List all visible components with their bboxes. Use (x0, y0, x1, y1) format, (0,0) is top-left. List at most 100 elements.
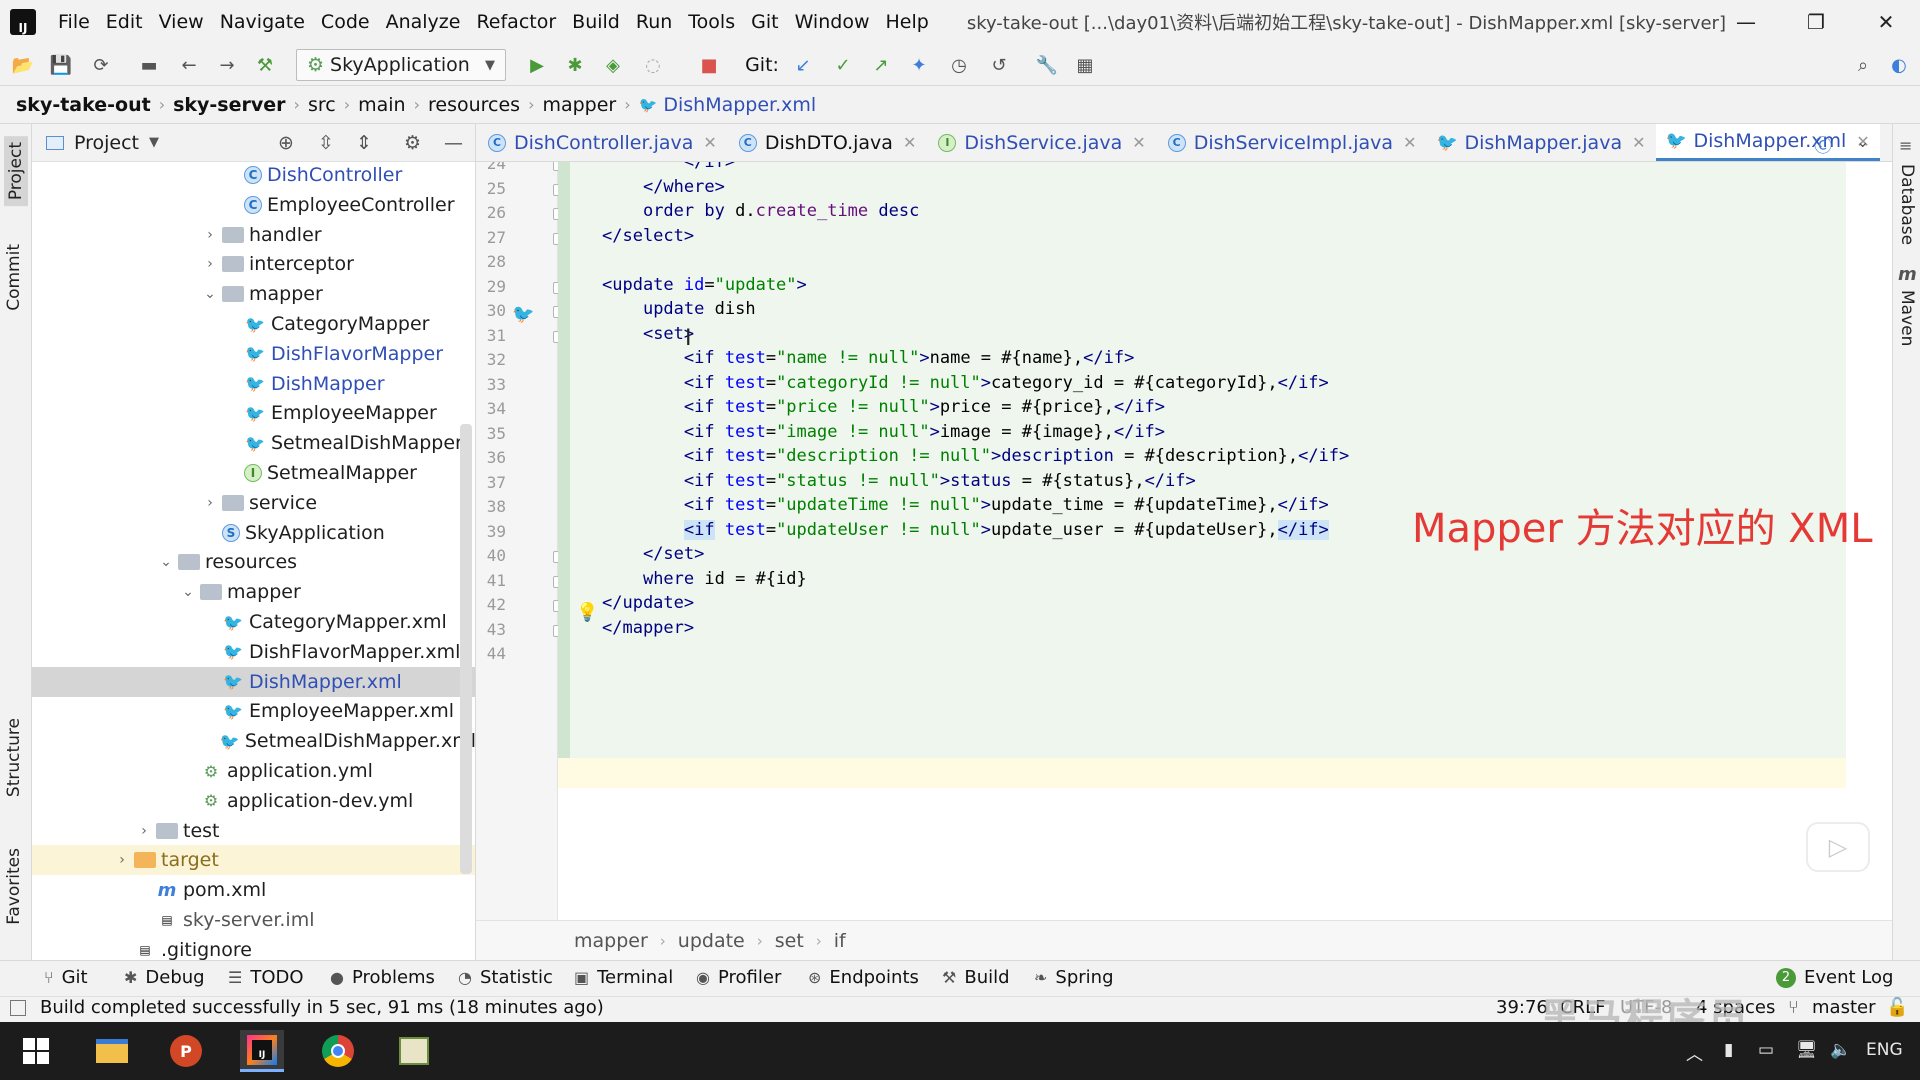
breadcrumb-item[interactable]: sky-take-out (16, 94, 151, 116)
breadcrumb-item[interactable]: mapper (542, 94, 616, 116)
tree-item[interactable]: 🐦 DishFlavorMapper (32, 339, 475, 369)
commit-tool-tab[interactable]: Commit (4, 244, 24, 311)
history-icon[interactable]: ◷ (946, 52, 972, 78)
editor-tab[interactable]: C DishController.java ✕ (476, 124, 727, 161)
tray-chevron-up-icon[interactable]: ︿ (1686, 1040, 1703, 1065)
code-line[interactable]: <set> (602, 324, 694, 344)
code-line[interactable]: <if test="categoryId != null">category_i… (602, 373, 1329, 393)
code-line[interactable]: <update id="update"> (602, 275, 807, 295)
code-line[interactable]: where id = #{id} (602, 569, 807, 589)
more-tabs-icon[interactable]: Ⓒ (1814, 132, 1832, 158)
status-panel-icon[interactable] (10, 1000, 26, 1016)
menu-tools[interactable]: Tools (688, 11, 735, 33)
tree-item[interactable]: ⚙ application.yml (32, 756, 475, 786)
editor-tab[interactable]: 🐦 DishMapper.java ✕ (1426, 124, 1655, 161)
chevron-down-icon[interactable]: ⌄ (180, 584, 196, 600)
gear-icon[interactable]: ⚙ (404, 132, 421, 154)
project-tool-tab[interactable]: Project (4, 136, 28, 207)
menu-run[interactable]: Run (636, 11, 672, 33)
tool-window-spring[interactable]: ❧ Spring (1034, 967, 1114, 988)
run-configuration-select[interactable]: ⚙ SkyApplication ▼ (296, 49, 506, 81)
breadcrumb-item[interactable]: resources (428, 94, 520, 116)
menu-window[interactable]: Window (795, 11, 870, 33)
chevron-right-icon[interactable]: › (202, 227, 218, 243)
tool-window-endpoints[interactable]: ⊛ Endpoints (808, 967, 919, 988)
folder-icon[interactable]: ▬ (136, 52, 162, 78)
rollback-icon[interactable]: ↺ (986, 52, 1012, 78)
project-structure-icon[interactable]: ▦ (1072, 52, 1098, 78)
tray-device-icon[interactable]: ▮ (1724, 1040, 1733, 1060)
line-number[interactable]: 30 (476, 301, 506, 320)
breadcrumb-item[interactable]: DishMapper.xml (663, 94, 816, 116)
close-tab-icon[interactable]: ✕ (903, 133, 916, 152)
menu-view[interactable]: View (159, 11, 204, 33)
tool-window-build[interactable]: ⚒ Build (942, 967, 1010, 988)
hide-panel-icon[interactable]: — (444, 132, 463, 154)
menu-help[interactable]: Help (885, 11, 928, 33)
file-explorer-icon[interactable] (90, 1030, 134, 1072)
editor-tab[interactable]: I DishService.java ✕ (926, 124, 1155, 161)
tree-item[interactable]: ▤ .gitignore (32, 935, 475, 960)
tree-item[interactable]: 🐦 EmployeeMapper (32, 398, 475, 428)
tool-window-terminal[interactable]: ▣ Terminal (574, 967, 673, 988)
line-number[interactable]: 34 (476, 399, 506, 418)
editor-tab[interactable]: 🐦 DishMapper.xml ✕ (1655, 124, 1880, 161)
line-number[interactable]: 40 (476, 546, 506, 565)
line-number[interactable]: 42 (476, 595, 506, 614)
debug-icon[interactable]: ✱ (562, 52, 588, 78)
menu-edit[interactable]: Edit (106, 11, 143, 33)
code-line[interactable]: </set> (602, 544, 704, 564)
tree-item[interactable]: I SetmealMapper (32, 458, 475, 488)
menu-analyze[interactable]: Analyze (386, 11, 461, 33)
code-editor[interactable]: 24 25 26 27 28 29 30 31 32 33 34 35 36 37 38 39 40 41 42 43… (476, 162, 1892, 920)
line-number[interactable]: 35 (476, 424, 506, 443)
chevron-right-icon[interactable]: › (202, 495, 218, 511)
tree-item[interactable]: › test (32, 816, 475, 846)
tree-item[interactable]: 🐦 SetmealDishMapper.xml (32, 726, 475, 756)
coverage-icon[interactable]: ◈ (600, 52, 626, 78)
breadcrumb-item[interactable]: sky-server (173, 94, 285, 116)
chrome-icon[interactable] (316, 1030, 360, 1072)
code-line[interactable]: <if test="name != null">name = #{name},<… (602, 348, 1134, 368)
intellij-taskbar-icon[interactable]: IJ (240, 1030, 284, 1072)
tool-window-profiler[interactable]: ◉ Profiler (696, 967, 781, 988)
tabs-dropdown-icon[interactable]: ⌄ (1856, 132, 1869, 151)
git-merge-icon[interactable]: ✦ (906, 52, 932, 78)
menu-code[interactable]: Code (321, 11, 370, 33)
menu-refactor[interactable]: Refactor (476, 11, 556, 33)
tray-volume-icon[interactable]: 🔈 (1830, 1040, 1851, 1060)
line-number[interactable]: 41 (476, 571, 506, 590)
tree-item[interactable]: ⚙ application-dev.yml (32, 786, 475, 816)
tree-scrollbar[interactable] (460, 424, 472, 874)
editor-breadcrumb-item[interactable]: update (678, 930, 745, 952)
tree-item[interactable]: S SkyApplication (32, 518, 475, 548)
restore-button[interactable]: ❐ (1786, 0, 1846, 44)
editor-breadcrumb-item[interactable]: if (834, 930, 846, 952)
minimize-button[interactable]: — (1716, 0, 1776, 44)
line-number[interactable]: 44 (476, 644, 506, 663)
editor-tab[interactable]: C DishServiceImpl.java ✕ (1156, 124, 1427, 161)
chevron-down-icon[interactable]: ⌄ (202, 286, 218, 302)
tree-item[interactable]: ⌄ mapper (32, 279, 475, 309)
tree-item[interactable]: C EmployeeController (32, 190, 475, 220)
menu-navigate[interactable]: Navigate (220, 11, 305, 33)
code-line[interactable]: <if test="updateUser != null">update_use… (602, 519, 1329, 540)
menu-file[interactable]: File (58, 11, 90, 33)
editor-breadcrumb-item[interactable]: set (775, 930, 804, 952)
code-line[interactable]: <if test="description != null">descripti… (602, 446, 1349, 466)
code-line[interactable]: order by d.create_time desc (602, 201, 919, 221)
close-tab-icon[interactable]: ✕ (1132, 133, 1145, 152)
locate-icon[interactable]: ⊕ (278, 132, 294, 154)
close-tab-icon[interactable]: ✕ (1632, 133, 1645, 152)
event-log-button[interactable]: 2 Event Log (1776, 967, 1893, 988)
project-view-title[interactable]: Project (74, 132, 139, 154)
tree-item[interactable]: › handler (32, 220, 475, 250)
save-all-icon[interactable]: 💾 (48, 52, 74, 78)
code-line[interactable]: <if test="image != null">image = #{image… (602, 422, 1165, 442)
git-push-icon[interactable]: ↗ (868, 52, 894, 78)
tray-battery-icon[interactable]: ▭ (1758, 1040, 1774, 1060)
line-number[interactable]: 29 (476, 277, 506, 296)
input-language[interactable]: ENG (1866, 1040, 1903, 1060)
database-tool-tab[interactable]: Database (1897, 164, 1917, 245)
line-number[interactable]: 36 (476, 448, 506, 467)
